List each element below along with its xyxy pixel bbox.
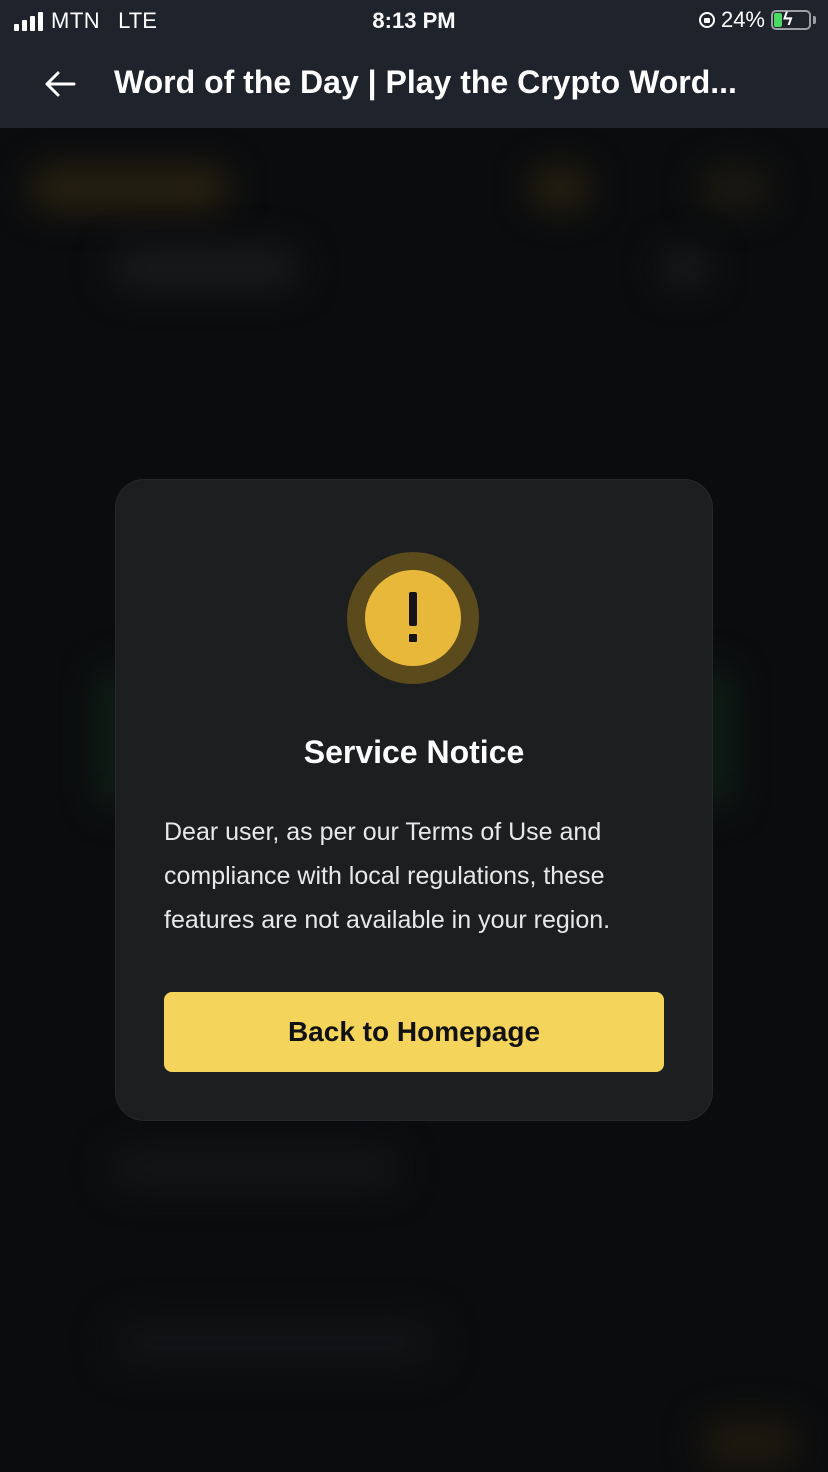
battery-cap xyxy=(813,16,816,24)
warning-icon-inner xyxy=(365,570,461,666)
screen: MTN LTE 8:13 PM 24% ϟ Word of the Day | … xyxy=(0,0,828,1472)
app-header: Word of the Day | Play the Crypto Word..… xyxy=(0,42,828,128)
modal-message: Dear user, as per our Terms of Use and c… xyxy=(164,818,611,934)
exclamation-bar xyxy=(409,592,417,626)
battery-percent: 24% xyxy=(720,7,765,32)
back-arrow-icon[interactable] xyxy=(40,64,80,104)
exclamation-dot xyxy=(409,634,417,642)
status-bar: MTN LTE 8:13 PM 24% ϟ xyxy=(0,0,828,42)
modal-title: Service Notice xyxy=(303,734,525,770)
service-notice-modal: Service Notice Dear user, as per our Ter… xyxy=(116,480,712,1120)
battery-icon: ϟ xyxy=(771,9,811,30)
orientation-lock-icon xyxy=(698,12,715,28)
status-right: 24% ϟ xyxy=(698,7,816,33)
page-title: Word of the Day | Play the Crypto Word..… xyxy=(114,64,737,100)
warning-icon xyxy=(347,552,479,684)
charging-bolt-icon: ϟ xyxy=(783,9,793,29)
back-to-homepage-button[interactable]: Back to Homepage xyxy=(164,992,664,1072)
battery-level-fill xyxy=(774,13,782,27)
